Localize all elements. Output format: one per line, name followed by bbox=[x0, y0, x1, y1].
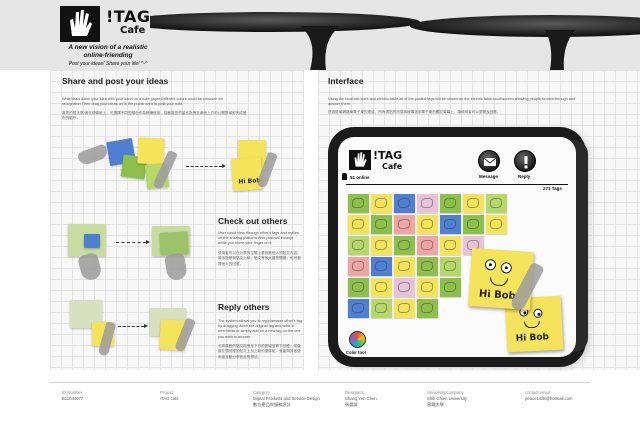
header-divider bbox=[346, 184, 568, 185]
reply-title: Reply others bbox=[218, 302, 270, 312]
tagline-sub: Post your ideas! Share your life! ^-^ bbox=[68, 61, 148, 67]
tag-note[interactable] bbox=[486, 194, 507, 213]
arrow-icon bbox=[186, 164, 226, 168]
footer-university: University/company Shih Chien University… bbox=[427, 390, 467, 408]
tags-count: 271 Tags bbox=[543, 186, 562, 191]
logo-hand-icon bbox=[60, 6, 100, 42]
tag-note[interactable] bbox=[371, 215, 392, 234]
reply-button[interactable] bbox=[514, 150, 536, 172]
tag-note[interactable] bbox=[394, 215, 415, 234]
yellow-note bbox=[137, 137, 165, 165]
enlarged-note bbox=[159, 231, 189, 255]
tag-note[interactable] bbox=[348, 215, 369, 234]
interface-title: Interface bbox=[328, 76, 364, 86]
tag-note[interactable] bbox=[417, 257, 438, 276]
note-eye bbox=[500, 261, 513, 274]
screen-logo-subtitle: Cafe bbox=[382, 162, 403, 171]
tagline: A new vision of a realistic online-frien… bbox=[58, 44, 158, 68]
tag-note[interactable] bbox=[371, 299, 392, 318]
footer-designers: Designers Chang Yen Chen 張晏誠 bbox=[345, 390, 377, 408]
logo-title: !TAG bbox=[106, 7, 151, 26]
logo-hand-icon bbox=[349, 150, 371, 170]
note-eye bbox=[484, 258, 497, 271]
reply-body-cn: 可將喜歡的貼文拖曳至下方的區域並寫下回應，或直接在想回應的貼文上加上新的便條紙，… bbox=[218, 344, 301, 359]
tag-note[interactable] bbox=[371, 194, 392, 213]
tag-note[interactable] bbox=[394, 236, 415, 255]
reply-body: The system allows you to reply/answer ot… bbox=[218, 319, 302, 339]
share-title: Share and post your ideas bbox=[62, 76, 169, 86]
tag-note[interactable] bbox=[440, 278, 461, 297]
tag-note[interactable] bbox=[394, 278, 415, 297]
exclamation-icon bbox=[524, 156, 528, 169]
tag-note[interactable] bbox=[348, 236, 369, 255]
footer-value-cn: 數位產品與服務設計 bbox=[253, 402, 291, 407]
note-mouth bbox=[489, 277, 509, 287]
footer-value-cn: 張晏誠 bbox=[345, 402, 358, 407]
tag-note[interactable] bbox=[371, 278, 392, 297]
tag-note[interactable] bbox=[348, 278, 369, 297]
message-button[interactable] bbox=[478, 150, 500, 172]
tag-note[interactable] bbox=[371, 236, 392, 255]
tag-note[interactable] bbox=[417, 215, 438, 234]
tag-note[interactable] bbox=[394, 299, 415, 318]
envelope-icon bbox=[483, 157, 497, 166]
interface-body-cn: 透過區域網路與電子桌的連結，所有張貼的訊息將被傳送到電子桌的觸控螢幕上，讓使用者… bbox=[328, 110, 501, 114]
note-text: Hi Bob bbox=[478, 288, 517, 303]
page-header: !TAG Cafe A new vision of a realistic on… bbox=[0, 0, 640, 70]
user-icon bbox=[342, 173, 347, 180]
color-wheel-icon[interactable] bbox=[349, 331, 366, 348]
footer-divider bbox=[50, 382, 590, 383]
tag-note[interactable] bbox=[440, 257, 461, 276]
logo-subtitle: Cafe bbox=[120, 25, 146, 36]
share-body: Write/draw down your idea with your hand… bbox=[62, 97, 223, 107]
footer-project: Project !TAG café bbox=[160, 390, 179, 402]
note-text: Hi Bob bbox=[515, 332, 550, 344]
footer-value[interactable]: peace1438@hotmail.com bbox=[525, 396, 573, 402]
touch-screen: !TAG Cafe 51 online Message Reply 271 Ta… bbox=[338, 137, 576, 357]
tag-note[interactable] bbox=[417, 194, 438, 213]
tag-note[interactable] bbox=[463, 215, 484, 234]
footer-email: contact email peace1438@hotmail.com bbox=[525, 390, 573, 402]
tagline-main: A new vision of a realistic online-frien… bbox=[68, 44, 148, 59]
tag-note[interactable] bbox=[394, 257, 415, 276]
note-mouth bbox=[523, 320, 541, 329]
cafe-tables-illustration bbox=[150, 12, 640, 70]
check-body: User could view through other's tags and… bbox=[218, 231, 299, 246]
footer-category: Category Digital Products and Service De… bbox=[253, 390, 320, 408]
check-body-cn: 使用者可以在分享的空間上看到其他人的貼文內容，將手指移到貼文上時，貼文會放大讓您… bbox=[218, 251, 301, 266]
tag-note[interactable] bbox=[440, 236, 461, 255]
arrow-icon bbox=[116, 240, 150, 244]
tag-note[interactable] bbox=[463, 194, 484, 213]
message-label: Message bbox=[479, 174, 499, 179]
color-tool-label: Color tool bbox=[346, 350, 366, 355]
tag-note[interactable] bbox=[440, 194, 461, 213]
footer-id: ID Number B11044077 bbox=[62, 390, 83, 402]
tag-note[interactable] bbox=[394, 194, 415, 213]
footer-value-cn: 實踐大學 bbox=[427, 402, 444, 407]
tag-note[interactable] bbox=[486, 215, 507, 234]
tag-note[interactable] bbox=[440, 215, 461, 234]
arrow-icon bbox=[118, 324, 148, 328]
tag-note[interactable] bbox=[417, 299, 438, 318]
blue-note bbox=[84, 234, 100, 248]
footer-value: B11044077 bbox=[62, 396, 84, 401]
tag-note[interactable] bbox=[417, 278, 438, 297]
tag-note[interactable] bbox=[348, 194, 369, 213]
tag-note[interactable] bbox=[371, 257, 392, 276]
online-count: 51 online bbox=[350, 175, 370, 180]
tag-note[interactable] bbox=[348, 257, 369, 276]
footer-value: !TAG café bbox=[160, 396, 179, 401]
check-title: Check out others bbox=[218, 216, 288, 226]
note-eye bbox=[533, 308, 543, 319]
interface-body: Using the local net-work and electric ta… bbox=[328, 97, 576, 107]
share-body-cn: 將您的想法寫/畫在便條紙上，可選擇不同的顏色作為辨識使用，接著將您的留言拖曳至畫… bbox=[62, 111, 247, 121]
tag-note[interactable] bbox=[417, 236, 438, 255]
tag-note[interactable] bbox=[348, 299, 369, 318]
screen-logo-title: !TAG bbox=[373, 149, 403, 162]
reply-label: Reply bbox=[518, 174, 531, 179]
